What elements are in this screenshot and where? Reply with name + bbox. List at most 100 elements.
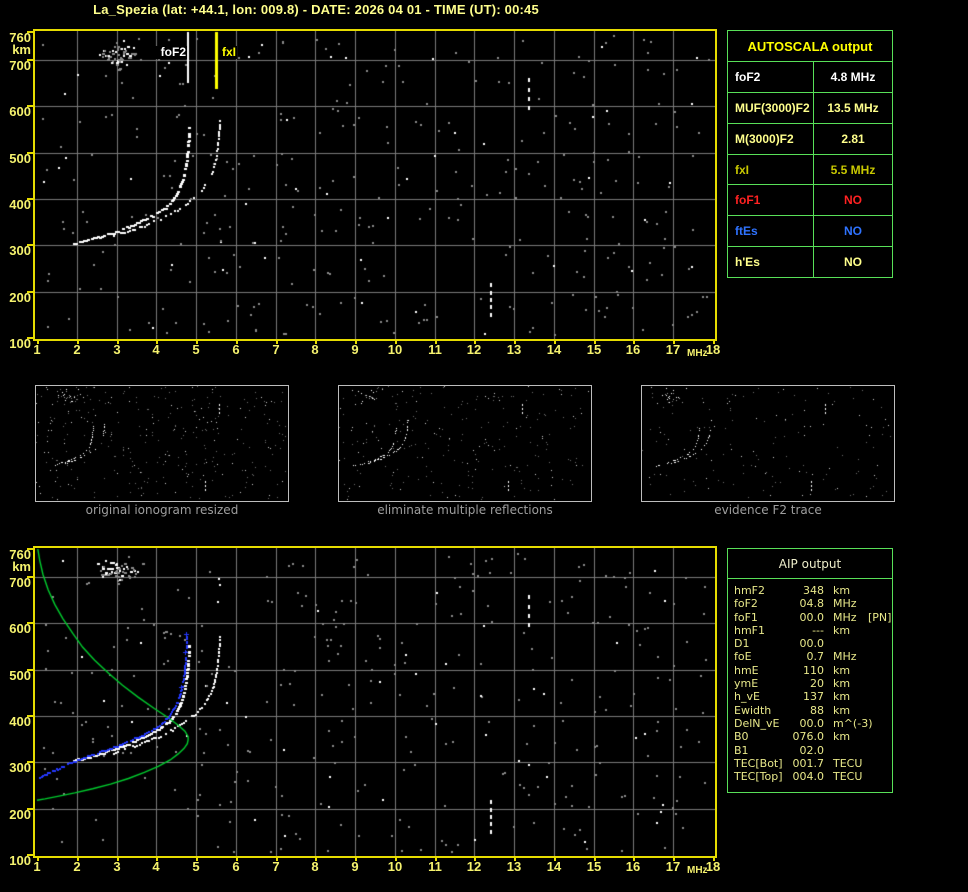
- panel-caption-1: original ionogram resized: [85, 503, 239, 517]
- x-axis-tick-label: 14: [546, 342, 562, 357]
- x-axis-tick-label: 11: [428, 342, 442, 357]
- aip-label: D1: [734, 637, 750, 651]
- x-axis-tickmark: [594, 856, 596, 861]
- aip-unit: TECU: [833, 756, 863, 770]
- x-axis-tickmark: [633, 856, 635, 861]
- aip-label: Ewidth: [734, 703, 772, 717]
- aip-row-hme: hmE 110 km: [734, 664, 890, 677]
- aip-val: 0.7: [806, 650, 825, 664]
- aip-label: B0: [734, 730, 749, 744]
- y-axis-tickmark: [27, 59, 33, 61]
- aip-note: [866, 730, 892, 743]
- x-axis-tickmark: [355, 339, 357, 344]
- x-axis-tickmark: [77, 339, 79, 344]
- y-axis-unit-label: km: [12, 559, 31, 574]
- y-axis-tickmark: [27, 669, 33, 671]
- x-axis-tickmark: [554, 856, 556, 861]
- aip-row-h-ve: h_vE 137 km: [734, 690, 890, 703]
- aip-note: [866, 637, 892, 650]
- aip-unit: m^(-3): [833, 716, 873, 730]
- aip-unit: km: [833, 584, 851, 597]
- parameter-value: 13.5 MHz: [827, 100, 879, 115]
- aip-row-fof1: foF1 00.0 MHz [PN]: [734, 610, 891, 624]
- x-axis-tickmark: [673, 856, 675, 861]
- y-axis-tickmark: [27, 854, 33, 856]
- aip-label: hmF1: [734, 623, 766, 637]
- x-axis-tickmark: [713, 856, 715, 861]
- x-axis-tick-label: 2: [73, 859, 81, 874]
- x-axis-tick-label: 5: [192, 342, 200, 357]
- x-axis-tickmark: [196, 856, 198, 861]
- aip-row-fof2: foF2 04.8 MHz: [734, 597, 890, 610]
- aip-val: 20: [810, 677, 824, 691]
- aip-note: [866, 624, 892, 637]
- x-axis-tick-label: 9: [351, 342, 359, 357]
- x-axis-unit-label: MHz: [687, 865, 708, 876]
- aip-unit: km: [833, 703, 851, 717]
- x-axis-tickmark: [514, 339, 516, 344]
- aip-note: [866, 597, 892, 610]
- aip-unit: km: [833, 623, 851, 637]
- x-axis-tick-label: 6: [232, 342, 240, 357]
- autoscala-table-title: AUTOSCALA output: [747, 38, 873, 54]
- aip-label: foF1: [734, 610, 758, 624]
- y-axis-tickmark: [27, 244, 33, 246]
- x-axis-tickmark: [435, 856, 437, 861]
- y-axis-tickmark: [27, 808, 33, 810]
- parameter-label: h'Es: [728, 247, 814, 278]
- parameter-label: M(3000)F2: [728, 123, 814, 154]
- x-axis-tickmark: [395, 339, 397, 344]
- x-axis-tickmark: [37, 339, 39, 344]
- x-axis-tickmark: [156, 339, 158, 344]
- parameter-label: foF1: [728, 185, 814, 216]
- aip-unit: [824, 637, 866, 650]
- x-axis-tick-label: 2: [73, 342, 81, 357]
- aip-val: 110: [803, 663, 824, 677]
- x-axis-tick-label: 6: [232, 859, 240, 874]
- x-axis-tick-label: 13: [506, 859, 522, 874]
- x-axis-tickmark: [315, 856, 317, 861]
- aip-row-tec-top-: TEC[Top] 004.0 TECU: [734, 770, 890, 783]
- y-axis-tickmark: [27, 198, 33, 200]
- x-axis-tickmark: [276, 339, 278, 344]
- x-axis-tick-label: 7: [272, 859, 280, 874]
- x-axis-tickmark: [117, 339, 119, 344]
- x-axis-tickmark: [117, 856, 119, 861]
- autoscala-row-fof1: foF1 NO: [728, 184, 892, 216]
- ionogram-canvas: [33, 29, 717, 341]
- parameter-value: 2.81: [841, 131, 865, 146]
- x-axis-tick-label: 10: [387, 342, 403, 357]
- parameter-label: fxI: [728, 154, 814, 185]
- aip-note: [866, 690, 892, 703]
- aip-val: 348: [803, 584, 824, 597]
- parameter-value: NO: [844, 193, 862, 208]
- autoscala-row-muf-3000-f2: MUF(3000)F2 13.5 MHz: [728, 91, 892, 123]
- aip-unit: km: [833, 677, 851, 691]
- x-axis-tickmark: [474, 856, 476, 861]
- parameter-label: ftEs: [728, 216, 814, 247]
- panel-evidence-f2-trace: [641, 385, 895, 502]
- panel-caption-3: evidence F2 trace: [714, 503, 822, 517]
- x-axis-tickmark: [276, 856, 278, 861]
- aip-unit: MHz: [833, 650, 857, 664]
- foF2-marker-label: foF2: [149, 46, 187, 59]
- aip-note: [866, 717, 892, 730]
- x-axis-tick-label: 10: [387, 859, 403, 874]
- aip-row-yme: ymE 20 km: [734, 677, 890, 690]
- aip-label: ymE: [734, 677, 759, 691]
- parameter-value: NO: [844, 224, 862, 239]
- aip-val: 00.0: [799, 716, 825, 730]
- aip-table-body: hmF2 348 km foF2 04.8 MHz foF1 00.0 MHz [PN] hmF1 -…: [728, 579, 892, 783]
- y-axis-tick-label: 600: [9, 104, 31, 119]
- aip-unit: km: [833, 730, 851, 744]
- aip-val: 004.0: [792, 770, 825, 784]
- y-axis-tickmark: [27, 291, 33, 293]
- aip-val: 88: [810, 703, 824, 717]
- y-axis-tickmark: [27, 715, 33, 717]
- x-axis-tick-label: 5: [192, 859, 200, 874]
- aip-val: 04.8: [799, 597, 825, 611]
- aip-row-b0: B0 076.0 km: [734, 730, 890, 743]
- parameter-value: 4.8 MHz: [830, 69, 876, 84]
- y-axis-tickmark: [27, 152, 33, 154]
- autoscala-row-fxi: fxI 5.5 MHz: [728, 153, 892, 185]
